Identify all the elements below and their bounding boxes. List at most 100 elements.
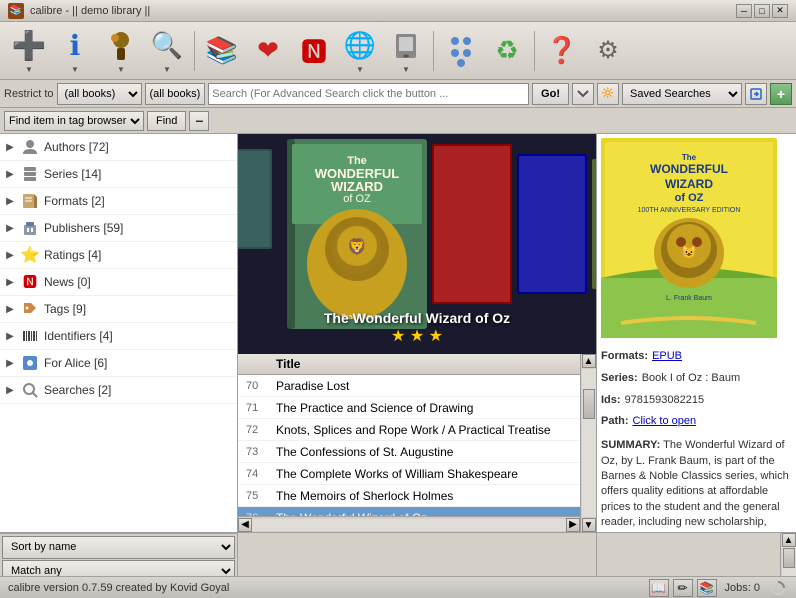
- ids-value: 9781593082215: [625, 391, 705, 411]
- detail-cover-svg: The WONDERFUL WIZARD of OZ 100TH ANNIVER…: [601, 138, 777, 338]
- edit-icon-button[interactable]: ✏: [673, 579, 693, 597]
- sort-by-select[interactable]: Sort by name: [2, 536, 235, 559]
- book-row[interactable]: 72 Knots, Splices and Rope Work / A Prac…: [238, 419, 580, 441]
- news-tag-icon: 🅽: [20, 272, 40, 292]
- tag-item-for-alice[interactable]: ▶ For Alice [6]: [0, 350, 237, 377]
- detail-cover-container: The WONDERFUL WIZARD of OZ 100TH ANNIVER…: [601, 138, 792, 341]
- edit-icon: [103, 28, 139, 64]
- book-row[interactable]: 71 The Practice and Science of Drawing: [238, 397, 580, 419]
- book-list-scroll[interactable]: 70 Paradise Lost 71 The Practice and Sci…: [238, 375, 580, 516]
- search-bar: Restrict to (all books) (all books) Go! …: [0, 80, 796, 108]
- path-label: Path:: [601, 412, 629, 432]
- for-alice-icon: [20, 353, 40, 373]
- book-row[interactable]: 73 The Confessions of St. Augustine: [238, 441, 580, 463]
- series-label: Series [14]: [44, 167, 233, 181]
- book-title: The Memoirs of Sherlock Holmes: [276, 489, 572, 503]
- favorite-button[interactable]: ❤: [247, 30, 289, 72]
- add-book-button[interactable]: ➕ ▼: [8, 25, 50, 77]
- series-label: Series:: [601, 369, 638, 389]
- toolbar-separator: [194, 31, 195, 71]
- recycle-button[interactable]: ♻: [486, 30, 528, 72]
- saved-searches-select[interactable]: Saved Searches: [622, 83, 742, 105]
- book-metadata: Formats: EPUB Series: Book I of Oz : Bau…: [601, 347, 792, 532]
- book-icon-button[interactable]: 📖: [649, 579, 669, 597]
- book-title: Paradise Lost: [276, 379, 572, 393]
- library-icon-button[interactable]: 📚: [697, 579, 717, 597]
- scroll-right-button[interactable]: ▶: [566, 518, 580, 532]
- vertical-scrollbar[interactable]: ▲ ▼: [580, 354, 596, 532]
- tweak-button[interactable]: [440, 30, 482, 72]
- help-button[interactable]: ❓: [541, 30, 583, 72]
- highlight-button[interactable]: 🔆: [597, 83, 619, 105]
- all-books-button[interactable]: (all books): [145, 83, 206, 105]
- book-row[interactable]: 75 The Memoirs of Sherlock Holmes: [238, 485, 580, 507]
- news-button[interactable]: 🅽: [293, 30, 335, 72]
- searches-icon: [20, 380, 40, 400]
- book-row[interactable]: 70 Paradise Lost: [238, 375, 580, 397]
- h-scroll-track: [252, 519, 566, 531]
- series-row: Series: Book I of Oz : Baum: [601, 369, 792, 389]
- svg-text:of OZ: of OZ: [343, 193, 371, 205]
- detail-scroll-thumb[interactable]: [783, 548, 795, 568]
- minimize-button[interactable]: ─: [736, 4, 752, 18]
- add-saved-search-button[interactable]: +: [770, 83, 792, 105]
- magnify-icon: 🔍: [149, 28, 185, 64]
- tag-item-formats[interactable]: ▶ Formats [2]: [0, 188, 237, 215]
- edit-metadata-button[interactable]: ▼: [100, 25, 142, 77]
- maximize-button[interactable]: □: [754, 4, 770, 18]
- title-bar: 📚 calibre - || demo library || ─ □ ✕: [0, 0, 796, 22]
- collapse-button[interactable]: −: [189, 111, 209, 131]
- scroll-thumb[interactable]: [583, 389, 595, 419]
- tag-browser-bar: Find item in tag browser Find −: [0, 108, 796, 134]
- book-details-button[interactable]: ℹ ▼: [54, 25, 96, 77]
- main-content: ▶ Authors [72] ▶ Series [14] ▶: [0, 134, 796, 532]
- find-button[interactable]: Find: [147, 111, 186, 131]
- device-button[interactable]: ▼: [385, 25, 427, 77]
- title-column-header: Title: [276, 357, 572, 371]
- svg-text:of OZ: of OZ: [675, 192, 704, 204]
- book-number: 70: [246, 380, 276, 392]
- formats-value[interactable]: EPUB: [652, 347, 682, 367]
- featured-book-title: The Wonderful Wizard of Oz: [238, 310, 596, 326]
- tag-item-tags[interactable]: ▶ Tags [9]: [0, 296, 237, 323]
- scroll-left-button[interactable]: ◀: [238, 518, 252, 532]
- tag-item-identifiers[interactable]: ▶ Identifiers [4]: [0, 323, 237, 350]
- path-value[interactable]: Click to open: [633, 412, 697, 432]
- tag-item-publishers[interactable]: ▶ Publishers [59]: [0, 215, 237, 242]
- tag-item-authors[interactable]: ▶ Authors [72]: [0, 134, 237, 161]
- publishers-icon: [20, 218, 40, 238]
- book-list-header: Title: [238, 354, 580, 375]
- detail-scroll-up[interactable]: ▲: [782, 533, 796, 547]
- featured-book-title-area: The Wonderful Wizard of Oz ★ ★ ★: [238, 310, 596, 346]
- scroll-track[interactable]: [582, 369, 596, 517]
- horizontal-scrollbar[interactable]: ◀ ▶: [238, 516, 580, 532]
- settings-button[interactable]: ⚙: [587, 30, 629, 72]
- expand-searches-icon: ▶: [4, 384, 16, 396]
- expand-ratings-icon: ▶: [4, 249, 16, 261]
- tag-browser-panel: ▶ Authors [72] ▶ Series [14] ▶: [0, 134, 238, 532]
- tag-browser-mode-select[interactable]: Find item in tag browser: [4, 111, 144, 131]
- internet-button[interactable]: 🌐 ▼: [339, 25, 381, 77]
- toolbar-separator-2: [433, 31, 434, 71]
- book-row-selected[interactable]: 76 The Wonderful Wizard of Oz: [238, 507, 580, 516]
- close-button[interactable]: ✕: [772, 4, 788, 18]
- tag-item-searches[interactable]: ▶ Searches [2]: [0, 377, 237, 404]
- search-button[interactable]: 🔍 ▼: [146, 25, 188, 77]
- go-button[interactable]: Go!: [532, 83, 569, 105]
- tag-item-news[interactable]: ▶ 🅽 News [0]: [0, 269, 237, 296]
- scroll-down-button[interactable]: ▼: [582, 518, 596, 532]
- search-input[interactable]: [208, 83, 529, 105]
- gear-icon: ⚙: [590, 33, 626, 69]
- authors-label: Authors [72]: [44, 140, 233, 154]
- ratings-label: Ratings [4]: [44, 248, 233, 262]
- library-button[interactable]: 📚: [201, 30, 243, 72]
- book-title: The Complete Works of William Shakespear…: [276, 467, 572, 481]
- book-row[interactable]: 74 The Complete Works of William Shakesp…: [238, 463, 580, 485]
- restrict-select[interactable]: (all books): [57, 83, 142, 105]
- load-search-button[interactable]: [745, 83, 767, 105]
- tag-item-series[interactable]: ▶ Series [14]: [0, 161, 237, 188]
- search-history-button[interactable]: [572, 83, 594, 105]
- book-center-panel: CALIBRE The WONDERFUL WIZARD of OZ: [238, 134, 596, 532]
- tag-item-ratings[interactable]: ▶ ⭐ Ratings [4]: [0, 242, 237, 269]
- scroll-up-button[interactable]: ▲: [582, 354, 596, 368]
